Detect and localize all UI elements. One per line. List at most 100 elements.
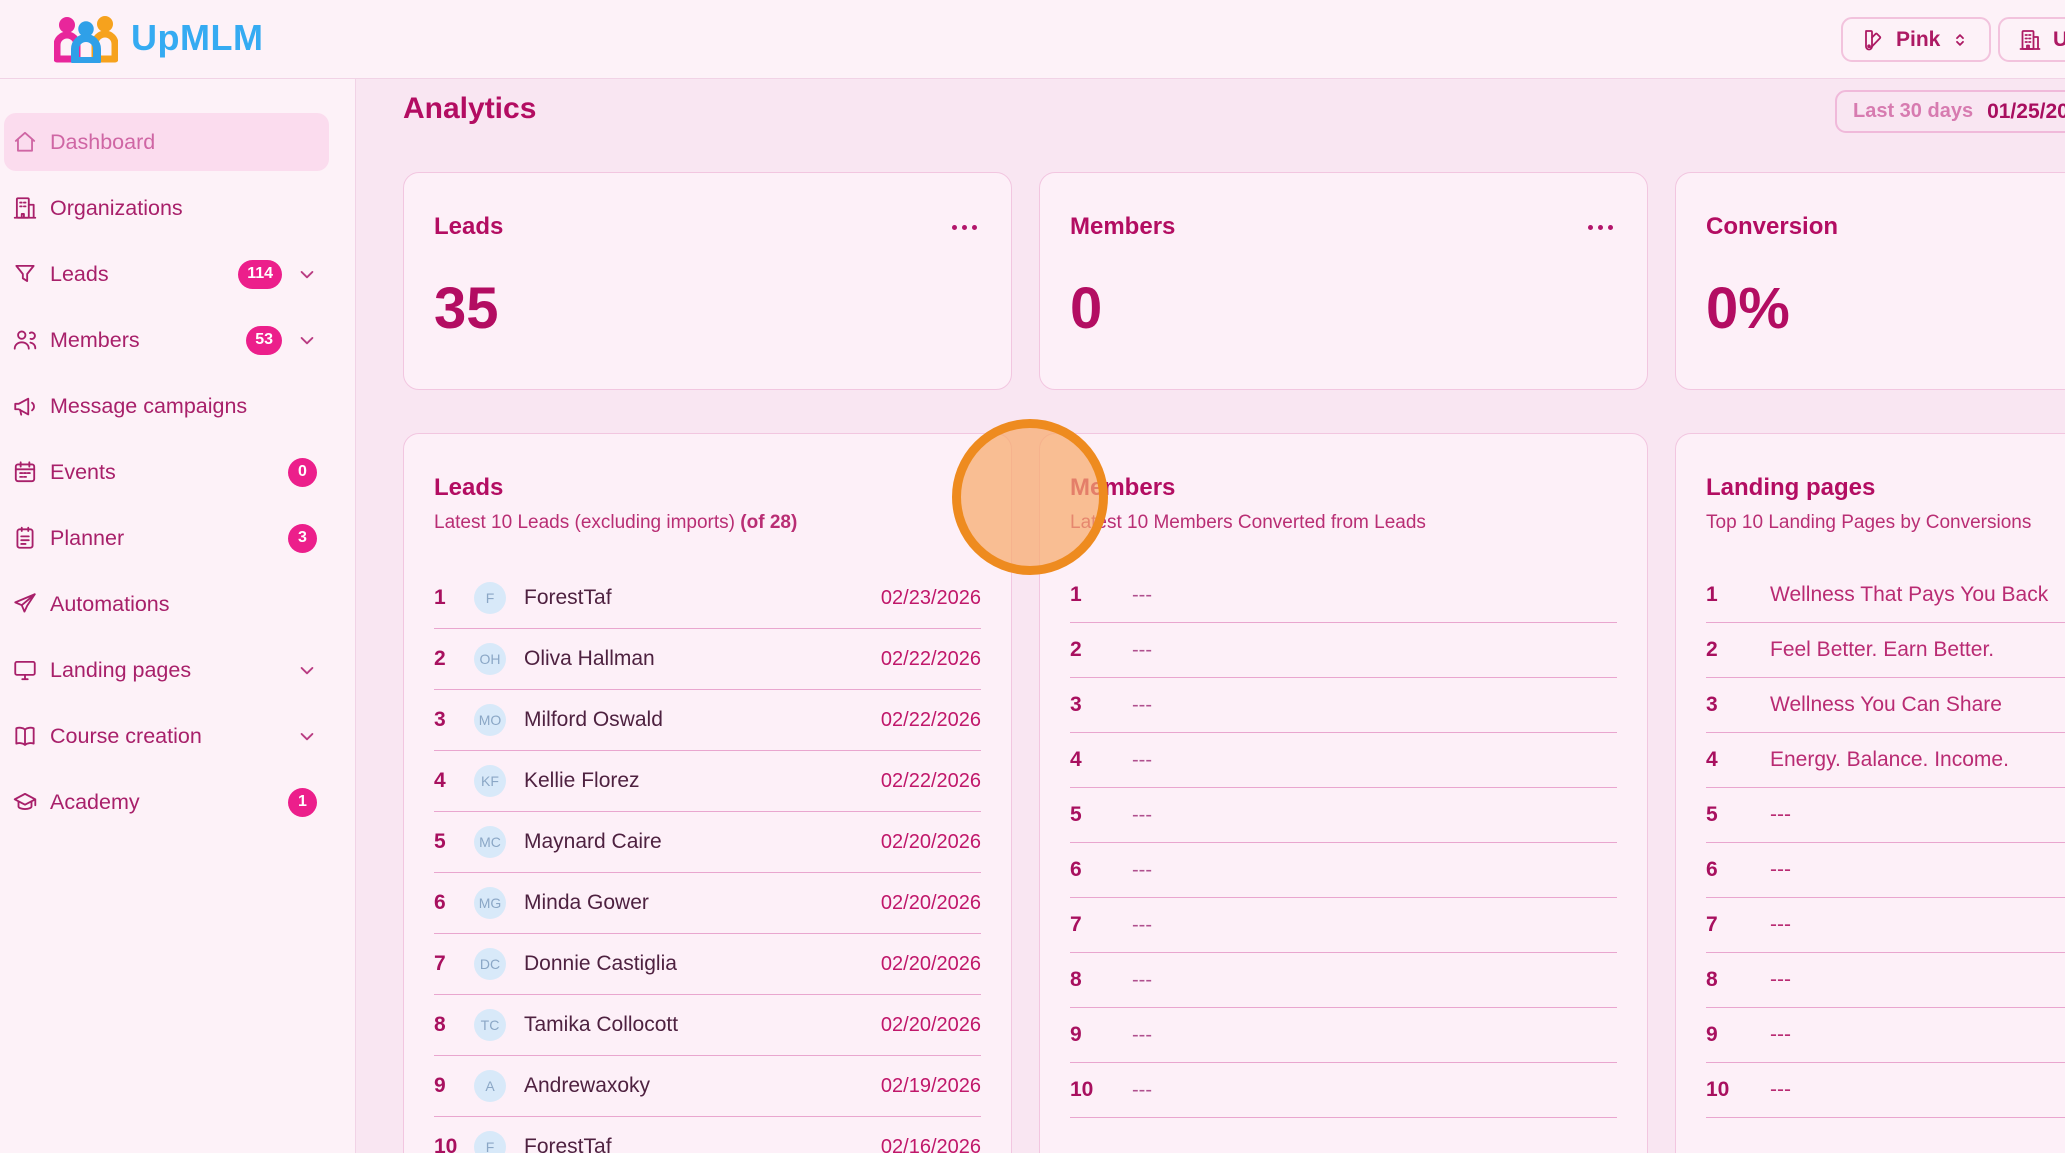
lead-row[interactable]: 6 MG Minda Gower 02/20/2026 — [434, 873, 981, 934]
row-number: 9 — [1070, 1023, 1104, 1047]
sidebar-item-automations[interactable]: Automations — [4, 575, 329, 633]
sidebar-item-course-creation[interactable]: Course creation — [4, 707, 329, 765]
lead-name: Kellie Florez — [524, 769, 640, 793]
sidebar-item-organizations[interactable]: Organizations — [4, 179, 329, 237]
lead-date: 02/22/2026 — [881, 709, 981, 732]
landing-pages-list-subtitle: Top 10 Landing Pages by Conversions — [1706, 512, 2065, 534]
member-row: 8 --- — [1070, 953, 1617, 1008]
member-placeholder: --- — [1132, 694, 1152, 717]
sidebar-item-message-campaigns[interactable]: Message campaigns — [4, 377, 329, 435]
more-menu-icon[interactable] — [1584, 221, 1617, 234]
landing-page-row[interactable]: 8 --- — [1706, 953, 2065, 1008]
sidebar-item-leads[interactable]: Leads 114 — [4, 245, 329, 303]
lead-row[interactable]: 9 A Andrewaxoky 02/19/2026 — [434, 1056, 981, 1117]
lead-name: Andrewaxoky — [524, 1074, 650, 1098]
member-placeholder: --- — [1132, 969, 1152, 992]
sidebar-item-events[interactable]: Events 0 — [4, 443, 329, 501]
stat-card-conversion: Conversion 0% — [1675, 172, 2065, 390]
sidebar-item-academy[interactable]: Academy 1 — [4, 773, 329, 831]
organization-switcher-button[interactable]: U — [1998, 17, 2065, 62]
avatar: F — [474, 582, 506, 614]
member-placeholder: --- — [1132, 749, 1152, 772]
member-row: 9 --- — [1070, 1008, 1617, 1063]
landing-page-row[interactable]: 3 Wellness You Can Share — [1706, 678, 2065, 733]
landing-page-name: --- — [1770, 803, 1791, 827]
lead-name: Minda Gower — [524, 891, 649, 915]
member-placeholder: --- — [1132, 804, 1152, 827]
row-number: 4 — [1070, 748, 1104, 772]
lead-row[interactable]: 10 F ForestTaf 02/16/2026 — [434, 1117, 981, 1153]
brand-logo[interactable]: UpMLM — [54, 13, 263, 63]
more-menu-icon[interactable] — [948, 221, 981, 234]
lead-row[interactable]: 3 MO Milford Oswald 02/22/2026 — [434, 690, 981, 751]
date-range-picker[interactable]: Last 30 days 01/25/20 — [1835, 90, 2065, 133]
lead-name: Donnie Castiglia — [524, 952, 677, 976]
stat-card-title: Members — [1070, 213, 1175, 241]
landing-page-row[interactable]: 9 --- — [1706, 1008, 2065, 1063]
avatar: KF — [474, 765, 506, 797]
member-row: 4 --- — [1070, 733, 1617, 788]
sidebar-item-dashboard[interactable]: Dashboard — [4, 113, 329, 171]
landing-rows: 1 Wellness That Pays You Back 2 Feel Bet… — [1706, 568, 2065, 1118]
sidebar-item-members[interactable]: Members 53 — [4, 311, 329, 369]
leads-list-card: Leads Latest 10 Leads (excluding imports… — [403, 433, 1012, 1153]
sidebar-item-planner[interactable]: Planner 3 — [4, 509, 329, 567]
row-number: 2 — [1706, 638, 1740, 662]
avatar: A — [474, 1070, 506, 1102]
lead-row[interactable]: 7 DC Donnie Castiglia 02/20/2026 — [434, 934, 981, 995]
lead-row[interactable]: 8 TC Tamika Collocott 02/20/2026 — [434, 995, 981, 1056]
lead-name: ForestTaf — [524, 1135, 612, 1153]
chevron-down-icon — [297, 660, 317, 680]
landing-page-row[interactable]: 1 Wellness That Pays You Back — [1706, 568, 2065, 623]
notepad-icon — [12, 525, 38, 551]
landing-page-row[interactable]: 4 Energy. Balance. Income. — [1706, 733, 2065, 788]
member-row: 1 --- — [1070, 568, 1617, 623]
avatar: MO — [474, 704, 506, 736]
lead-date: 02/22/2026 — [881, 648, 981, 671]
lead-date: 02/19/2026 — [881, 1075, 981, 1098]
date-range-preset: Last 30 days — [1853, 100, 1973, 123]
lead-row[interactable]: 1 F ForestTaf 02/23/2026 — [434, 568, 981, 629]
landing-page-row[interactable]: 7 --- — [1706, 898, 2065, 953]
landing-page-name: Wellness That Pays You Back — [1770, 583, 2048, 607]
avatar: MC — [474, 826, 506, 858]
members-list-title: Members — [1070, 474, 1617, 502]
count-badge: 3 — [288, 524, 317, 553]
palette-icon — [1861, 28, 1885, 52]
row-number: 8 — [1070, 968, 1104, 992]
row-number: 10 — [434, 1135, 468, 1153]
landing-page-row[interactable]: 6 --- — [1706, 843, 2065, 898]
landing-page-row[interactable]: 2 Feel Better. Earn Better. — [1706, 623, 2065, 678]
landing-page-row[interactable]: 5 --- — [1706, 788, 2065, 843]
landing-page-name: --- — [1770, 1023, 1791, 1047]
lead-row[interactable]: 2 OH Oliva Hallman 02/22/2026 — [434, 629, 981, 690]
row-number: 5 — [1706, 803, 1740, 827]
lead-date: 02/20/2026 — [881, 831, 981, 854]
landing-page-name: Energy. Balance. Income. — [1770, 748, 2009, 772]
members-list-subtitle: Latest 10 Members Converted from Leads — [1070, 512, 1617, 534]
lead-date: 02/22/2026 — [881, 770, 981, 793]
row-number: 7 — [434, 952, 468, 976]
lead-row[interactable]: 5 MC Maynard Caire 02/20/2026 — [434, 812, 981, 873]
theme-selector-button[interactable]: Pink — [1841, 17, 1991, 62]
landing-page-name: --- — [1770, 858, 1791, 882]
page-title: Analytics — [403, 92, 536, 126]
row-number: 10 — [1070, 1078, 1104, 1102]
home-icon — [12, 129, 38, 155]
row-number: 7 — [1070, 913, 1104, 937]
leads-list-subtitle: Latest 10 Leads (excluding imports) (of … — [434, 512, 981, 534]
members-list-card: Members Latest 10 Members Converted from… — [1039, 433, 1648, 1153]
row-number: 6 — [1070, 858, 1104, 882]
people-logo-icon — [54, 13, 118, 63]
landing-page-row[interactable]: 10 --- — [1706, 1063, 2065, 1118]
row-number: 9 — [434, 1074, 468, 1098]
member-row: 6 --- — [1070, 843, 1617, 898]
lead-row[interactable]: 4 KF Kellie Florez 02/22/2026 — [434, 751, 981, 812]
avatar: OH — [474, 643, 506, 675]
date-range-value: 01/25/20 — [1987, 100, 2065, 124]
chevron-down-icon — [297, 726, 317, 746]
sidebar-item-landing-pages[interactable]: Landing pages — [4, 641, 329, 699]
landing-page-name: Wellness You Can Share — [1770, 693, 2002, 717]
lead-name: Maynard Caire — [524, 830, 662, 854]
member-placeholder: --- — [1132, 914, 1152, 937]
